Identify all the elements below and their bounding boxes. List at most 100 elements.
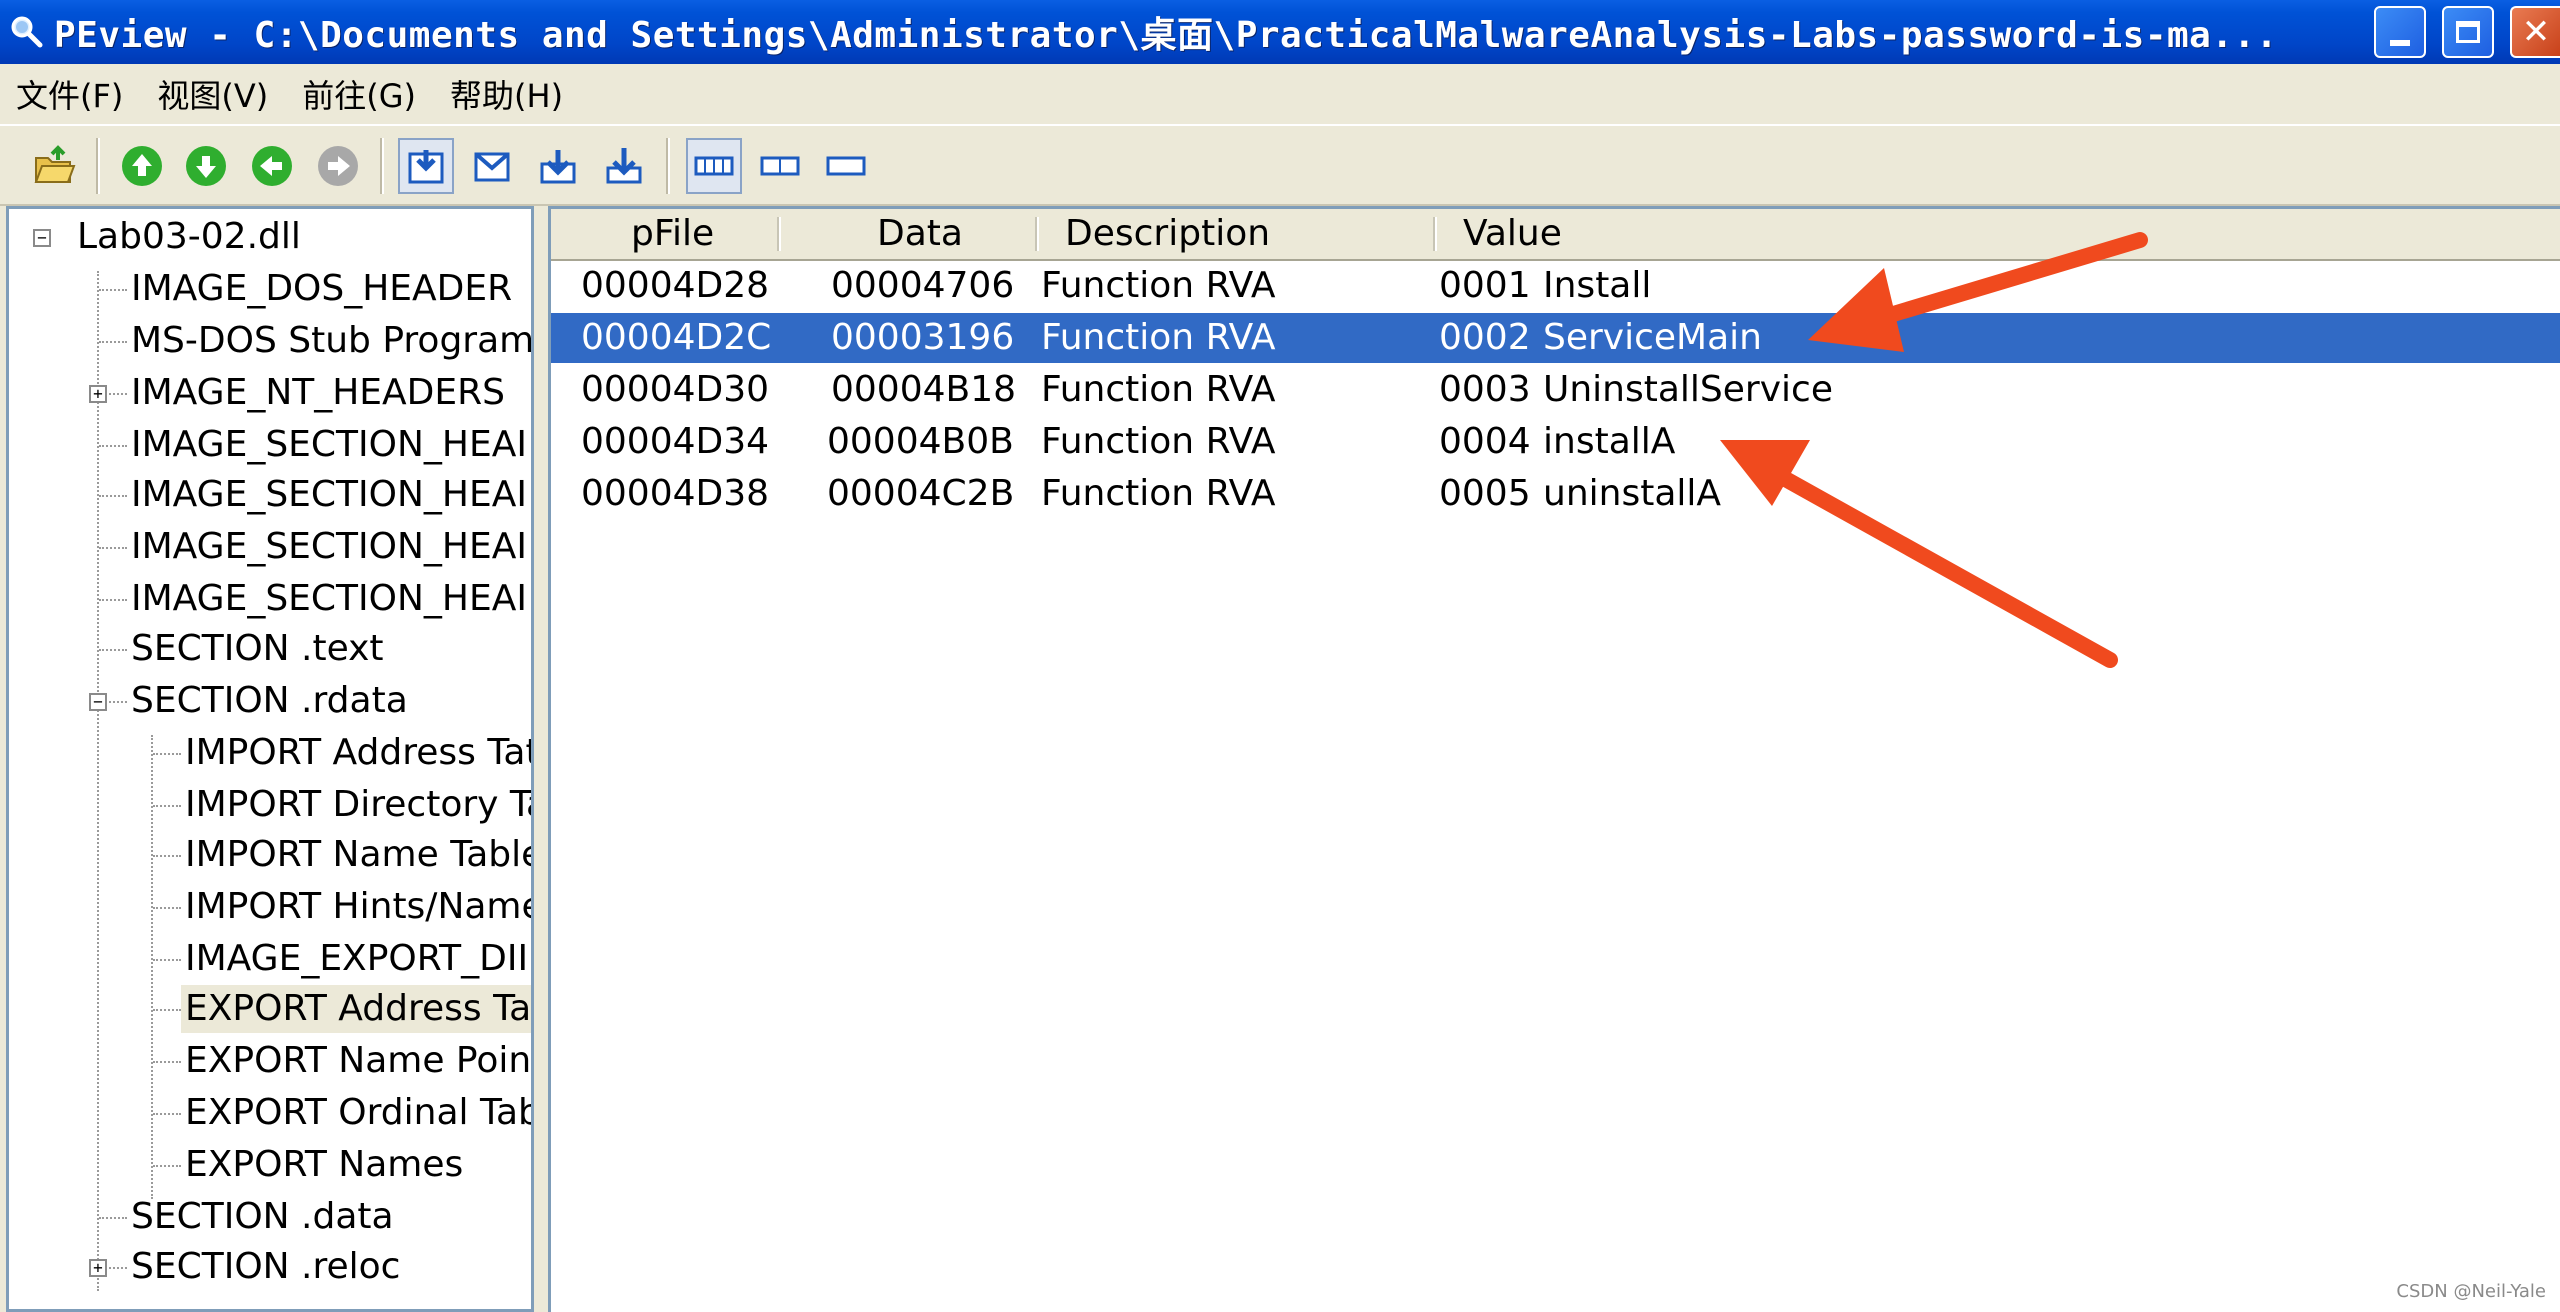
minimize-icon (2390, 40, 2410, 46)
forward-arrow-icon (318, 146, 358, 186)
tree-item[interactable]: MS-DOS Stub Program (131, 317, 531, 365)
table-row[interactable]: 00004D34 00004B0B Function RVA 0004 inst… (551, 417, 2560, 467)
go-down-button[interactable] (178, 138, 234, 194)
menu-help[interactable]: 帮助(H) (450, 71, 563, 117)
cell-export-name: Install (1543, 265, 1652, 306)
tree-item[interactable]: IMPORT Directory Ta (185, 781, 531, 829)
cell-ordinal: 0002 (1439, 317, 1531, 358)
maximize-button[interactable] (2442, 6, 2494, 58)
cell-pfile: 00004D2C (581, 317, 772, 358)
dword-view-icon (826, 156, 866, 176)
cell-ordinal: 0004 (1439, 421, 1531, 462)
pane-splitter[interactable] (534, 206, 548, 1312)
view-mode-3-button[interactable] (530, 138, 586, 194)
tree-item[interactable]: SECTION .reloc (131, 1243, 400, 1291)
tree-item[interactable]: SECTION .text (131, 625, 384, 673)
tree-item[interactable]: IMPORT Name Table (185, 831, 531, 879)
tree-item-selected[interactable]: EXPORT Address Ta (181, 985, 531, 1033)
tree-item[interactable]: IMPORT Address Tat (185, 729, 531, 777)
view-mode-4-button[interactable] (596, 138, 652, 194)
cell-export-name: uninstallA (1543, 473, 1722, 514)
cell-pfile: 00004D28 (581, 265, 770, 306)
menu-file[interactable]: 文件(F) (16, 71, 123, 117)
table-row-selected[interactable]: 00004D2C 00003196 Function RVA 0002 Serv… (551, 313, 2560, 363)
cell-export-name: ServiceMain (1543, 317, 1762, 358)
menu-view[interactable]: 视图(V) (157, 71, 268, 117)
title-bar: PEview - C:\Documents and Settings\Admin… (0, 0, 2560, 64)
table-row[interactable]: 00004D38 00004C2B Function RVA 0005 unin… (551, 469, 2560, 519)
toolbar (0, 124, 2560, 206)
tree-item[interactable]: EXPORT Name Point (185, 1037, 531, 1085)
view-down3-icon (606, 148, 642, 184)
collapse-icon[interactable]: − (89, 693, 107, 711)
details-list: pFile Data Description Value 00004D28 00… (548, 206, 2560, 1312)
cell-data: 00004706 (831, 265, 1015, 306)
maximize-icon (2456, 21, 2480, 43)
close-icon: ✕ (2521, 12, 2551, 52)
open-folder-icon (34, 145, 76, 183)
tree-root[interactable]: Lab03-02.dll (77, 213, 301, 261)
expand-icon[interactable]: + (89, 1259, 107, 1277)
tree-item[interactable]: IMAGE_DOS_HEADER (131, 265, 512, 313)
expand-icon[interactable]: + (89, 385, 107, 403)
watermark: CSDN @Neil-Yale (2396, 1281, 2546, 1302)
open-button[interactable] (26, 138, 82, 194)
go-up-button[interactable] (114, 138, 170, 194)
minimize-button[interactable] (2374, 6, 2426, 58)
cell-description: Function RVA (1041, 265, 1276, 306)
cell-pfile: 00004D34 (581, 421, 770, 462)
tree-item[interactable]: IMAGE_SECTION_HEAI (131, 471, 527, 519)
magnifier-icon (0, 0, 54, 64)
tree-item[interactable]: IMAGE_SECTION_HEAI (131, 575, 527, 623)
cell-data: 00004B0B (827, 421, 1014, 462)
tree-pane: − + − + Lab03-02.dll IMAGE_DOS_HEADER MS… (6, 206, 534, 1312)
tree-item[interactable]: SECTION .data (131, 1193, 394, 1241)
word-view-icon (760, 156, 800, 176)
tree-item[interactable]: IMAGE_SECTION_HEAI (131, 523, 527, 571)
column-header-value[interactable]: Value (1463, 209, 1562, 259)
cell-ordinal: 0001 (1439, 265, 1531, 306)
go-back-button[interactable] (244, 138, 300, 194)
tree-item[interactable]: EXPORT Ordinal Tab (185, 1089, 531, 1137)
tree-item[interactable]: IMAGE_NT_HEADERS (131, 369, 505, 417)
cell-export-name: installA (1543, 421, 1676, 462)
table-row[interactable]: 00004D28 00004706 Function RVA 0001 Inst… (551, 261, 2560, 311)
column-header-data[interactable]: Data (877, 209, 963, 259)
byte-view-button[interactable] (686, 138, 742, 194)
cell-data: 00003196 (831, 317, 1015, 358)
view-mail-icon (474, 152, 510, 182)
cell-description: Function RVA (1041, 369, 1276, 410)
up-arrow-icon (122, 146, 162, 186)
dword-view-button[interactable] (818, 138, 874, 194)
menu-bar: 文件(F) 视图(V) 前往(G) 帮助(H) (0, 64, 2560, 124)
table-row[interactable]: 00004D30 00004B18 Function RVA 0003 Unin… (551, 365, 2560, 415)
menu-go[interactable]: 前往(G) (302, 71, 416, 117)
view-mode-2-button[interactable] (464, 138, 520, 194)
tree-item[interactable]: SECTION .rdata (131, 677, 408, 725)
view-down-icon (408, 150, 444, 184)
tree-item[interactable]: IMAGE_SECTION_HEAI (131, 421, 527, 469)
view-mode-1-button[interactable] (398, 138, 454, 194)
close-button[interactable]: ✕ (2510, 6, 2560, 58)
cell-data: 00004C2B (827, 473, 1015, 514)
cell-ordinal: 0005 (1439, 473, 1531, 514)
tree-item[interactable]: IMPORT Hints/Name (185, 883, 531, 931)
tree-item[interactable]: EXPORT Names (185, 1141, 463, 1189)
word-view-button[interactable] (752, 138, 808, 194)
cell-description: Function RVA (1041, 473, 1276, 514)
back-arrow-icon (252, 146, 292, 186)
tree-item[interactable]: IMAGE_EXPORT_DII (185, 935, 528, 983)
cell-pfile: 00004D38 (581, 473, 770, 514)
column-header-pfile[interactable]: pFile (631, 209, 714, 259)
list-header: pFile Data Description Value (551, 209, 2560, 261)
cell-description: Function RVA (1041, 317, 1276, 358)
collapse-icon[interactable]: − (33, 229, 51, 247)
cell-ordinal: 0003 (1439, 369, 1531, 410)
down-arrow-icon (186, 146, 226, 186)
cell-export-name: UninstallService (1543, 369, 1833, 410)
go-forward-button[interactable] (310, 138, 366, 194)
column-header-description[interactable]: Description (1065, 209, 1270, 259)
cell-pfile: 00004D30 (581, 369, 770, 410)
cell-data: 00004B18 (831, 369, 1017, 410)
view-down2-icon (540, 150, 576, 184)
